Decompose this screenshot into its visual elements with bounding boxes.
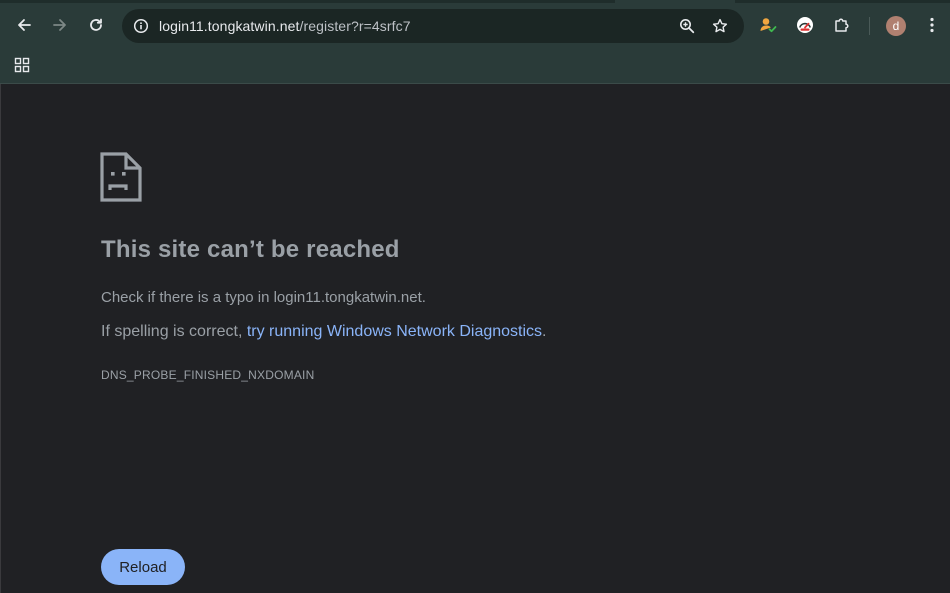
speedometer-extension-button[interactable] xyxy=(792,12,818,38)
url-text[interactable]: login11.tongkatwin.net/register?r=4srfc7 xyxy=(159,9,411,43)
active-tab-edge[interactable] xyxy=(0,0,615,3)
diagnostics-hint: If spelling is correct, try running Wind… xyxy=(101,323,547,341)
profile-avatar-button[interactable]: d xyxy=(886,16,906,36)
reload-icon xyxy=(90,18,102,31)
inactive-tab-edge[interactable] xyxy=(735,0,950,3)
bookmarks-bar xyxy=(0,52,950,84)
url-path: /register?r=4srfc7 xyxy=(299,18,411,34)
speedometer-extension-icon xyxy=(797,17,813,33)
bookmark-star-button[interactable] xyxy=(707,13,733,39)
reload-page-button[interactable] xyxy=(81,10,111,40)
apps-grid-icon xyxy=(14,57,30,73)
typo-hint-text: Check if there is a typo in login11.tong… xyxy=(101,289,426,306)
site-info-icon xyxy=(133,18,149,34)
site-info-button[interactable] xyxy=(128,13,154,39)
diagnostics-hint-prefix: If spelling is correct, xyxy=(101,323,247,340)
zoom-button[interactable] xyxy=(674,13,700,39)
address-bar[interactable]: login11.tongkatwin.net/register?r=4srfc7 xyxy=(122,9,744,43)
url-host: login11.tongkatwin.net xyxy=(159,18,300,34)
error-page: This site can’t be reached Check if ther… xyxy=(0,84,950,593)
network-diagnostics-link[interactable]: try running Windows Network Diagnostics xyxy=(247,323,542,340)
extensions-button[interactable] xyxy=(829,12,855,38)
arrow-right-icon xyxy=(53,19,66,31)
apps-button[interactable] xyxy=(12,55,32,75)
sad-page-icon xyxy=(100,152,142,202)
error-title: This site can’t be reached xyxy=(101,236,400,263)
arrow-left-icon xyxy=(18,19,31,31)
browser-toolbar: login11.tongkatwin.net/register?r=4srfc7 xyxy=(0,0,950,52)
browser-menu-button[interactable] xyxy=(919,12,945,38)
zoom-icon xyxy=(680,19,695,34)
kebab-menu-icon xyxy=(930,17,934,33)
profile-check-extension-icon xyxy=(760,18,777,33)
profile-check-extension-button[interactable] xyxy=(755,12,781,38)
browser-window: login11.tongkatwin.net/register?r=4srfc7 xyxy=(0,0,950,593)
toolbar-divider xyxy=(869,17,870,35)
reload-button[interactable]: Reload xyxy=(101,549,185,585)
back-button[interactable] xyxy=(9,10,39,40)
puzzle-extensions-icon xyxy=(835,18,849,32)
star-icon xyxy=(712,18,728,33)
error-code: DNS_PROBE_FINISHED_NXDOMAIN xyxy=(101,368,315,382)
diagnostics-hint-suffix: . xyxy=(542,323,547,340)
forward-button[interactable] xyxy=(45,10,75,40)
